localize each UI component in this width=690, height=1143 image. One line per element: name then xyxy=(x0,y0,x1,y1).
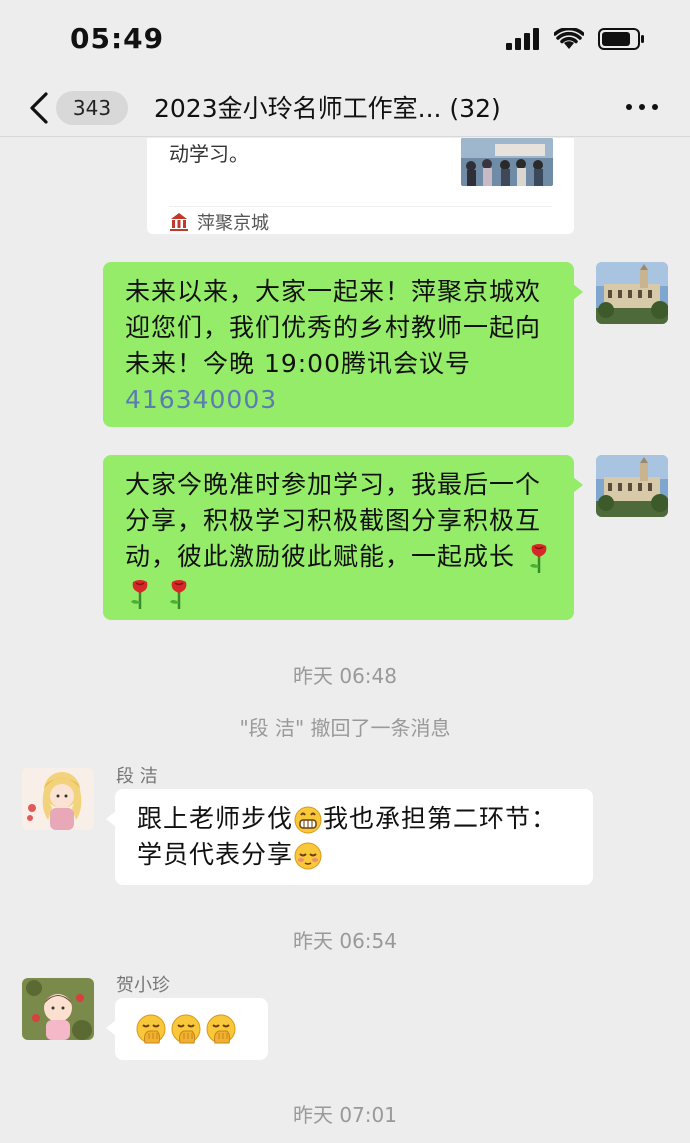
shy-emoji-icon xyxy=(294,842,322,870)
card-source-name: 萍聚京城 xyxy=(197,213,269,234)
shared-article-card[interactable]: 动学习。 萍聚京城 xyxy=(147,138,574,234)
message-bubble-incoming[interactable] xyxy=(106,998,268,1060)
signal-icon xyxy=(506,28,539,50)
avatar-he-xiaozhen[interactable] xyxy=(22,978,94,1040)
chat-title: 2023金小玲名师工作室... (32) xyxy=(154,94,501,123)
message-text: 大家今晚准时参加学习，我最后一个分享，积极学习积极截图分享积极互动，彼此激励彼此… xyxy=(125,470,542,571)
timestamp: 昨天 07:01 xyxy=(293,1103,397,1127)
message-bubble-outgoing[interactable]: 大家今晚准时参加学习，我最后一个分享，积极学习积极截图分享积极互动，彼此激励彼此… xyxy=(103,455,583,620)
rose-emoji-icon xyxy=(529,544,547,573)
rose-emoji-icon xyxy=(169,580,187,609)
card-source: 萍聚京城 xyxy=(169,209,269,235)
emoji-row xyxy=(135,1013,237,1045)
avatar-self[interactable] xyxy=(596,455,668,517)
facepalm-emoji-icon xyxy=(206,1014,236,1044)
timestamp: 昨天 06:48 xyxy=(293,664,397,688)
wifi-icon xyxy=(554,28,584,49)
grin-emoji-icon xyxy=(294,806,322,834)
avatar-duan-jie[interactable] xyxy=(22,768,94,830)
timestamp: 昨天 06:54 xyxy=(293,929,397,953)
sender-name: 段 洁 xyxy=(116,766,158,787)
message-text: 未来以来，大家一起来！萍聚京城欢迎您们，我们优秀的乡村教师一起向未来！今晚 19… xyxy=(125,277,542,378)
sender-name: 贺小珍 xyxy=(116,975,170,996)
status-bar: 05:49 xyxy=(0,0,690,80)
facepalm-emoji-icon xyxy=(136,1014,166,1044)
rose-emoji-icon xyxy=(131,580,148,609)
card-description: 动学习。 xyxy=(169,142,249,166)
message-bubble-outgoing[interactable]: 未来以来，大家一起来！萍聚京城欢迎您们，我们优秀的乡村教师一起向未来！今晚 19… xyxy=(103,262,583,427)
status-icons xyxy=(506,28,646,50)
back-arrow-icon[interactable] xyxy=(26,90,52,126)
facepalm-emoji-icon xyxy=(171,1014,201,1044)
card-divider xyxy=(169,206,552,207)
message-bubble-incoming[interactable]: 跟上老师步伐 我也承担第二环节：学员代表分享 xyxy=(106,789,593,885)
avatar-self[interactable] xyxy=(596,262,668,324)
public-account-icon xyxy=(170,213,188,231)
message-text-part: 跟上老师步伐 xyxy=(137,804,294,833)
unread-count-badge[interactable]: 343 xyxy=(56,91,128,125)
recall-notice: "段 洁" 撤回了一条消息 xyxy=(239,716,451,740)
more-options-icon[interactable] xyxy=(626,104,658,110)
card-thumbnail xyxy=(461,138,553,186)
meeting-number-link[interactable]: 416340003 xyxy=(125,385,277,414)
status-time: 05:49 xyxy=(70,22,165,55)
battery-icon xyxy=(598,28,644,50)
chat-header: 343 2023金小玲名师工作室... (32) xyxy=(0,80,690,137)
